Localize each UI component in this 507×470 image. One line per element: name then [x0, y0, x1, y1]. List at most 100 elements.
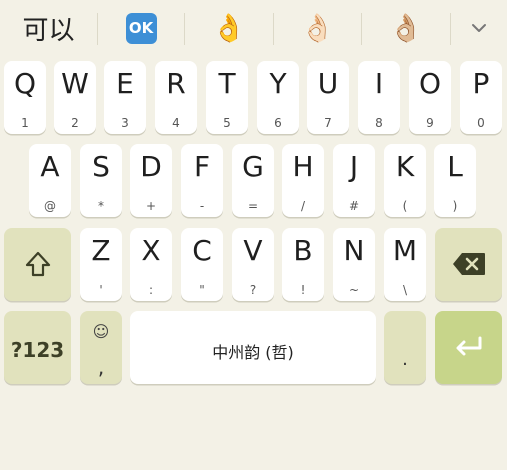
- symbols-key[interactable]: ?123: [4, 311, 71, 384]
- key-sub-label: :: [148, 283, 154, 297]
- key-k[interactable]: K (: [384, 144, 426, 217]
- key-main-label: W: [61, 67, 89, 100]
- key-r[interactable]: R 4: [155, 61, 197, 134]
- key-a[interactable]: A @: [29, 144, 71, 217]
- backspace-key[interactable]: [435, 228, 502, 301]
- enter-key[interactable]: [435, 311, 502, 384]
- key-v[interactable]: V ?: [232, 228, 274, 301]
- key-main-label: N: [343, 234, 365, 267]
- key-n[interactable]: N ~: [333, 228, 375, 301]
- key-main-label: F: [193, 150, 211, 183]
- key-main-label: U: [317, 67, 339, 100]
- key-s[interactable]: S *: [80, 144, 122, 217]
- key-sub-label: =: [247, 199, 259, 213]
- key-sub-label: #: [348, 199, 360, 213]
- key-sub-label: *: [98, 199, 104, 213]
- key-sub-label: 0: [477, 116, 485, 130]
- key-main-label: T: [218, 67, 236, 100]
- key-y[interactable]: Y 6: [257, 61, 299, 134]
- suggestion-ok-emoji[interactable]: OK: [98, 0, 184, 56]
- key-sub-label: ': [99, 283, 103, 297]
- key-sub-label: 3: [121, 116, 129, 130]
- key-z[interactable]: Z ': [80, 228, 122, 301]
- suggestion-word[interactable]: 可以: [0, 0, 97, 56]
- key-f[interactable]: F -: [181, 144, 223, 217]
- symbols-key-label: ?123: [10, 338, 65, 362]
- key-x[interactable]: X :: [130, 228, 172, 301]
- chevron-down-icon: [472, 24, 486, 32]
- key-main-label: V: [243, 234, 263, 267]
- key-m[interactable]: M \: [384, 228, 426, 301]
- key-h[interactable]: H /: [282, 144, 324, 217]
- suggestion-hand-emoji-2[interactable]: 👌🏻: [274, 0, 361, 56]
- key-g[interactable]: G =: [232, 144, 274, 217]
- suggestion-hand-emoji-3[interactable]: 👌🏼: [362, 0, 450, 56]
- key-sub-label: ?: [249, 283, 257, 297]
- key-e[interactable]: E 3: [104, 61, 146, 134]
- key-o[interactable]: O 9: [409, 61, 451, 134]
- key-main-label: X: [141, 234, 161, 267]
- key-main-label: L: [447, 150, 463, 183]
- key-c[interactable]: C ": [181, 228, 223, 301]
- key-sub-label: 8: [375, 116, 383, 130]
- key-j[interactable]: J #: [333, 144, 375, 217]
- key-q[interactable]: Q 1: [4, 61, 46, 134]
- key-main-label: K: [395, 150, 415, 183]
- key-main-label: J: [349, 150, 359, 183]
- key-main-label: M: [392, 234, 418, 267]
- key-t[interactable]: T 5: [206, 61, 248, 134]
- suggestion-word-label: 可以: [22, 15, 75, 46]
- key-b[interactable]: B !: [282, 228, 324, 301]
- key-main-label: D: [140, 150, 162, 183]
- space-key-label: 中州韵 (哲): [212, 343, 294, 362]
- key-sub-label: +: [145, 199, 157, 213]
- key-sub-label: \: [402, 283, 408, 297]
- shift-icon: [25, 251, 51, 277]
- key-sub-label: 6: [274, 116, 282, 130]
- key-main-label: B: [293, 234, 313, 267]
- expand-suggestions-button[interactable]: [451, 0, 507, 56]
- key-sub-label: @: [44, 199, 56, 213]
- key-sub-label: 2: [71, 116, 79, 130]
- key-main-label: A: [40, 150, 60, 183]
- key-sub-label: ): [452, 199, 458, 213]
- backspace-icon: [453, 253, 485, 275]
- key-main-label: S: [92, 150, 110, 183]
- key-sub-label: 9: [426, 116, 434, 130]
- enter-icon: [456, 336, 482, 356]
- key-main-label: C: [192, 234, 212, 267]
- ok-hand-medium-light-skin-emoji-icon: 👌🏼: [389, 12, 423, 44]
- key-sub-label: ": [199, 283, 205, 297]
- key-sub-label: 7: [324, 116, 332, 130]
- comma-label: ,: [97, 355, 105, 379]
- key-main-label: E: [116, 67, 134, 100]
- key-main-label: Q: [13, 67, 37, 100]
- key-main-label: P: [472, 67, 490, 100]
- ok-emoji-icon: OK: [125, 12, 157, 44]
- key-main-label: I: [374, 67, 384, 100]
- period-key[interactable]: .: [384, 311, 426, 384]
- smiley-icon: ☺: [92, 322, 110, 341]
- emoji-comma-key[interactable]: ☺ ,: [80, 311, 122, 384]
- period-label: .: [402, 349, 408, 370]
- key-sub-label: ~: [348, 283, 360, 297]
- suggestion-hand-emoji-1[interactable]: 👌: [185, 0, 273, 56]
- key-p[interactable]: P 0: [460, 61, 502, 134]
- key-sub-label: /: [300, 199, 306, 213]
- key-sub-label: !: [300, 283, 306, 297]
- key-d[interactable]: D +: [130, 144, 172, 217]
- key-sub-label: 1: [21, 116, 29, 130]
- space-key[interactable]: 中州韵 (哲): [130, 311, 376, 384]
- key-w[interactable]: W 2: [54, 61, 96, 134]
- key-sub-label: -: [199, 199, 205, 213]
- key-sub-label: (: [402, 199, 408, 213]
- key-main-label: Z: [91, 234, 111, 267]
- key-sub-label: 4: [172, 116, 180, 130]
- key-main-label: R: [166, 67, 186, 100]
- key-main-label: Y: [269, 67, 287, 100]
- ok-hand-emoji-icon: 👌: [212, 12, 246, 44]
- shift-key[interactable]: [4, 228, 71, 301]
- key-i[interactable]: I 8: [358, 61, 400, 134]
- key-l[interactable]: L ): [434, 144, 476, 217]
- key-u[interactable]: U 7: [307, 61, 349, 134]
